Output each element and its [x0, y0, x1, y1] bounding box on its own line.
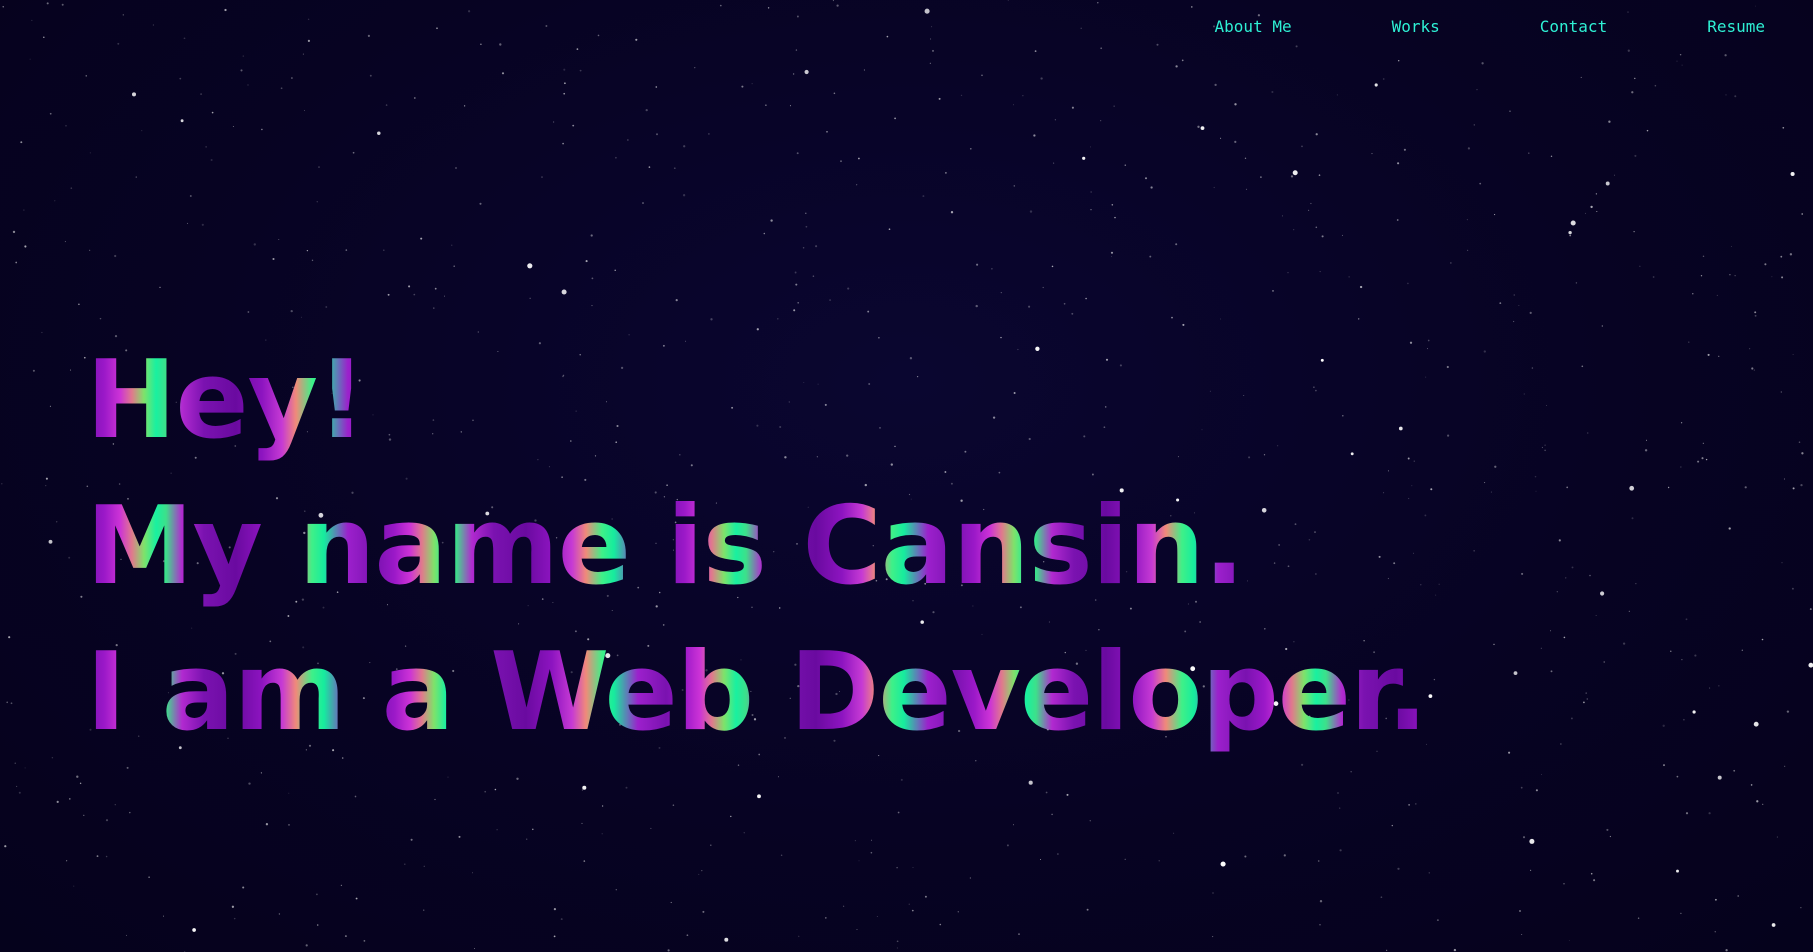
hero-role: I am a Web Developer. [86, 620, 1428, 766]
hero-intro: Hey! My name is Cansin. I am a Web Devel… [86, 328, 1428, 766]
page: About Me Works Contact Resume Hey! My na… [0, 0, 1813, 952]
nav-link-contact[interactable]: Contact [1540, 16, 1607, 38]
top-navigation: About Me Works Contact Resume [1215, 16, 1765, 38]
hero-greeting: Hey! [86, 328, 1427, 474]
nav-link-works[interactable]: Works [1392, 16, 1440, 38]
nav-link-about-me[interactable]: About Me [1215, 16, 1292, 38]
hero-name: My name is Cansin. [86, 474, 1427, 620]
nav-link-resume[interactable]: Resume [1707, 16, 1765, 38]
